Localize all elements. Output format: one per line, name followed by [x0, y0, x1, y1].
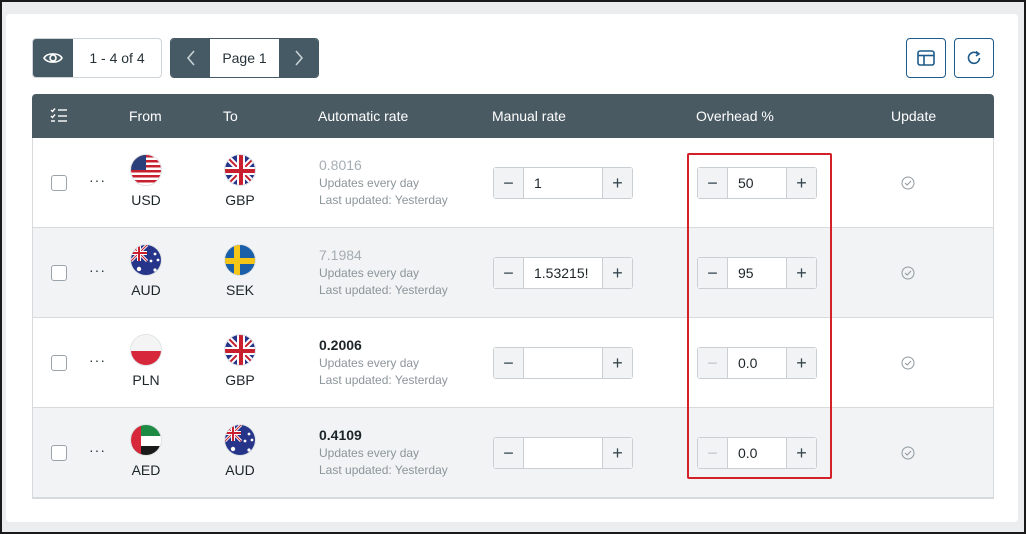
record-range: 1 - 4 of 4	[89, 50, 145, 66]
table-body: ··· USD GBP 0.8016 Updates every day Las…	[32, 138, 994, 499]
header-automatic-rate[interactable]: Automatic rate	[318, 108, 408, 124]
ae-flag-icon	[130, 424, 162, 456]
auto-rate-value: 7.1984	[319, 247, 362, 263]
from-currency: AED	[126, 424, 166, 478]
from-code: AUD	[131, 282, 161, 298]
refresh-icon	[967, 50, 981, 65]
increment-button[interactable]: +	[602, 258, 632, 288]
pl-flag-icon	[130, 334, 162, 366]
row-checkbox[interactable]	[51, 445, 67, 461]
header-manual-rate[interactable]: Manual rate	[492, 108, 566, 124]
update-frequency: Updates every day	[319, 446, 420, 460]
manual-rate-stepper: − +	[493, 347, 633, 379]
auto-rate-value: 0.8016	[319, 157, 362, 173]
from-code: PLN	[132, 372, 160, 388]
refresh-button[interactable]	[954, 38, 994, 78]
to-code: GBP	[225, 192, 255, 208]
manual-rate-input[interactable]	[524, 168, 602, 198]
to-currency: GBP	[220, 334, 260, 388]
header-update: Update	[891, 108, 937, 124]
to-code: GBP	[225, 372, 255, 388]
uk-flag-icon	[224, 154, 256, 186]
automatic-rate: 7.1984 Updates every day Last updated: Y…	[319, 247, 448, 297]
decrement-button[interactable]: −	[494, 438, 524, 468]
row-checkbox[interactable]	[51, 355, 67, 371]
header-to[interactable]: To	[223, 108, 238, 124]
decrement-button[interactable]: −	[494, 348, 524, 378]
table-row: ··· AUD SEK 7.1984 Updates every day Las…	[33, 228, 993, 318]
manual-rate-stepper: − +	[493, 257, 633, 289]
check-circle-icon[interactable]	[901, 446, 915, 465]
uk-flag-icon	[224, 334, 256, 366]
manual-rate-stepper: − +	[493, 167, 633, 199]
decrement-button[interactable]: −	[494, 258, 524, 288]
au-flag-icon	[224, 424, 256, 456]
auto-rate-value: 0.2006	[319, 337, 362, 353]
to-currency: GBP	[220, 154, 260, 208]
increment-button[interactable]: +	[602, 348, 632, 378]
to-code: AUD	[225, 462, 255, 478]
header-overhead[interactable]: Overhead %	[696, 108, 774, 124]
auto-rate-value: 0.4109	[319, 427, 362, 443]
last-updated: Last updated: Yesterday	[319, 463, 448, 477]
us-flag-icon	[130, 154, 162, 186]
decrement-button[interactable]: −	[494, 168, 524, 198]
update-frequency: Updates every day	[319, 176, 420, 190]
manual-rate-input[interactable]	[524, 438, 602, 468]
table-row: ··· AED AUD 0.4109 Updates every day Las…	[33, 408, 993, 498]
row-menu-button[interactable]: ···	[89, 262, 106, 278]
row-checkbox[interactable]	[51, 175, 67, 191]
from-code: USD	[131, 192, 161, 208]
manual-rate-input[interactable]	[524, 258, 602, 288]
layout-button[interactable]	[906, 38, 946, 78]
manual-rate-stepper: − +	[493, 437, 633, 469]
last-updated: Last updated: Yesterday	[319, 283, 448, 297]
increment-button[interactable]: +	[602, 438, 632, 468]
from-currency: AUD	[126, 244, 166, 298]
checklist-icon[interactable]	[50, 107, 68, 126]
table-row: ··· USD GBP 0.8016 Updates every day Las…	[33, 138, 993, 228]
from-currency: PLN	[126, 334, 166, 388]
header-from[interactable]: From	[129, 108, 162, 124]
check-circle-icon[interactable]	[901, 356, 915, 375]
manual-rate-input[interactable]	[524, 348, 602, 378]
row-menu-button[interactable]: ···	[89, 442, 106, 458]
row-checkbox[interactable]	[51, 265, 67, 281]
from-code: AED	[131, 462, 161, 478]
update-frequency: Updates every day	[319, 356, 420, 370]
table-header: From To Automatic rate Manual rate Overh…	[32, 94, 994, 138]
from-currency: USD	[126, 154, 166, 208]
automatic-rate: 0.2006 Updates every day Last updated: Y…	[319, 337, 448, 387]
au-flag-icon	[130, 244, 162, 276]
update-frequency: Updates every day	[319, 266, 420, 280]
page-indicator: Page 1	[210, 39, 279, 77]
row-menu-button[interactable]: ···	[89, 172, 106, 188]
to-currency: AUD	[220, 424, 260, 478]
layout-icon	[917, 50, 935, 66]
chevron-right-icon[interactable]	[279, 39, 318, 77]
check-circle-icon[interactable]	[901, 176, 915, 195]
overhead-highlight-box	[687, 153, 832, 479]
last-updated: Last updated: Yesterday	[319, 193, 448, 207]
automatic-rate: 0.4109 Updates every day Last updated: Y…	[319, 427, 448, 477]
increment-button[interactable]: +	[602, 168, 632, 198]
view-selector: 1 - 4 of 4	[32, 38, 162, 78]
to-code: SEK	[225, 282, 254, 298]
chevron-left-icon[interactable]	[171, 39, 210, 77]
row-menu-button[interactable]: ···	[89, 352, 106, 368]
check-circle-icon[interactable]	[901, 266, 915, 285]
automatic-rate: 0.8016 Updates every day Last updated: Y…	[319, 157, 448, 207]
table-row: ··· PLN GBP 0.2006 Updates every day Las…	[33, 318, 993, 408]
se-flag-icon	[224, 244, 256, 276]
to-currency: SEK	[220, 244, 260, 298]
last-updated: Last updated: Yesterday	[319, 373, 448, 387]
eye-icon[interactable]	[33, 39, 73, 77]
pagination: Page 1	[170, 38, 319, 78]
